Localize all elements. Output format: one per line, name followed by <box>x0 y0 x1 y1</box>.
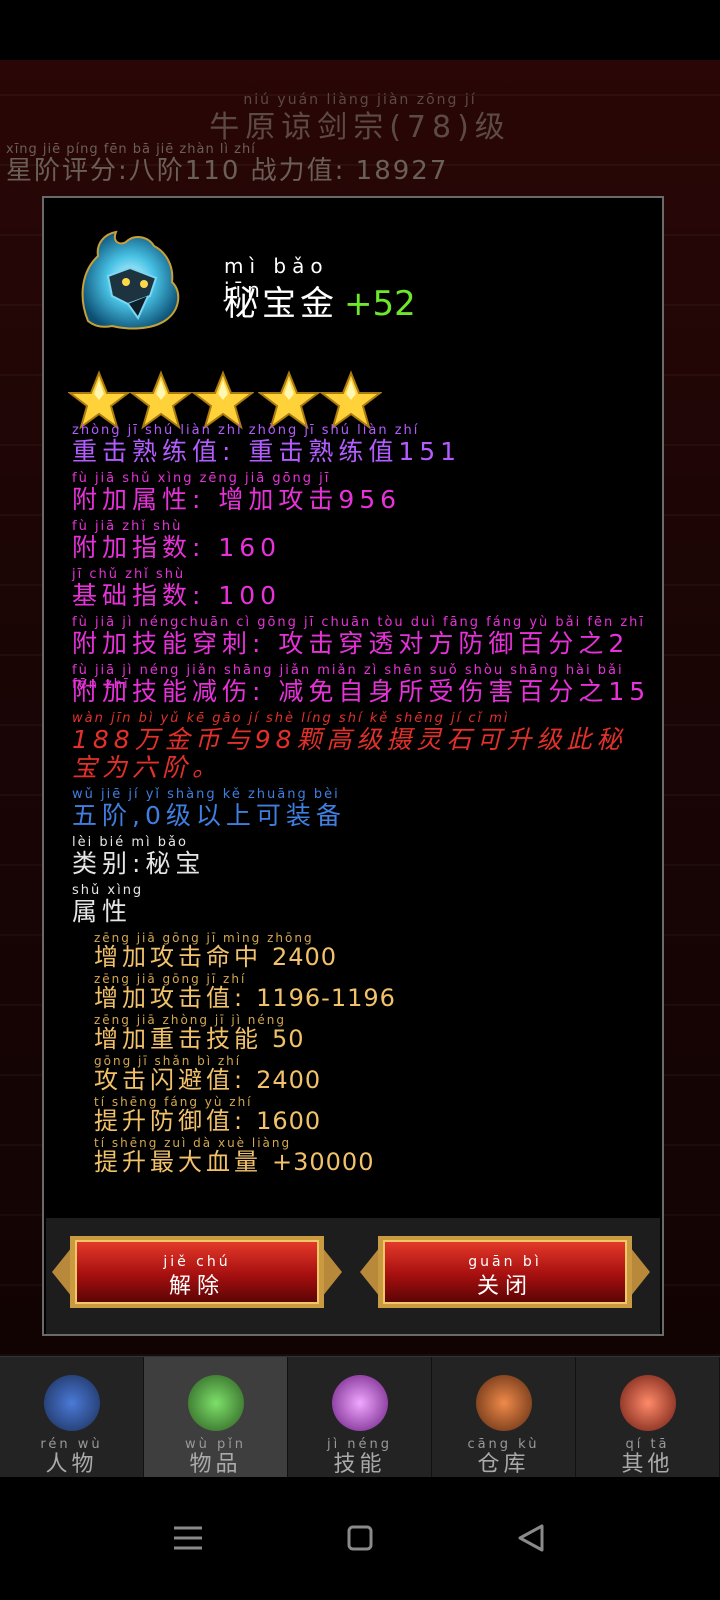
tab-other[interactable]: qí tā 其他 <box>576 1357 720 1477</box>
home-icon[interactable] <box>330 1508 390 1568</box>
dialog-button-bar: jiě chú 解除 guān bì 关闭 <box>46 1218 660 1334</box>
equip-requirement-line: wǔ jiē jí yǐ shàng kě zhuāng bèi 五阶,0级以上可… <box>72 787 346 830</box>
bonus-attribute-line: fù jiā shǔ xìng zēng jiā gōng jī 附加属性: 增加… <box>72 471 402 514</box>
damage-reduction-line: fù jiā jì néng jiǎn shāng jiǎn miǎn zì s… <box>72 663 651 706</box>
tab-warehouse[interactable]: cāng kù 仓库 <box>432 1357 576 1477</box>
rating-line: xīng jiē píng fēn bā jiē zhàn lì zhí 星阶评… <box>6 142 449 186</box>
attributes-heading: shǔ xìng 属性 <box>72 883 144 926</box>
attribute-row: zēng jiā gōng jī zhí 增加攻击值: 1196-1196 <box>94 972 396 1012</box>
tab-items[interactable]: wù pǐn 物品 <box>144 1357 288 1477</box>
attribute-row: tí shēng fáng yù zhí 提升防御值: 1600 <box>94 1095 322 1135</box>
unequip-button[interactable]: jiě chú 解除 <box>52 1230 342 1314</box>
blue-flame-wolf-icon <box>81 230 180 330</box>
item-name: mì bǎo jīn 秘宝金 +52 <box>224 254 416 324</box>
close-button[interactable]: guān bì 关闭 <box>360 1230 650 1314</box>
tab-character[interactable]: rén wù 人物 <box>0 1357 144 1477</box>
upgrade-cost-line: wàn jīn bì yǔ kē gāo jí shè líng shí kě … <box>72 711 627 782</box>
skill-orb-icon <box>331 1375 388 1431</box>
item-detail-dialog: mì bǎo jīn 秘宝金 +52 zhòng jī shú liàn zhí… <box>42 196 664 1336</box>
item-bag-icon <box>187 1375 244 1431</box>
item-enhance-level: +52 <box>344 284 416 324</box>
bonus-index-line: fù jiā zhǐ shù 附加指数: 160 <box>72 519 282 562</box>
attribute-row: zēng jiā gōng jī mìng zhōng 增加攻击命中 2400 <box>94 931 338 971</box>
item-description: zhòng jī shú liàn zhí zhòng jī shú liàn … <box>72 424 652 1178</box>
character-icon <box>43 1375 100 1431</box>
recent-apps-icon[interactable] <box>158 1508 218 1568</box>
attribute-row: gōng jī shǎn bì zhí 攻击闪避值: 2400 <box>94 1054 322 1094</box>
category-line: lèi bié mì bǎo 类别:秘宝 <box>72 835 206 878</box>
character-title: niú yuán liàng jiàn zōng jí 牛原谅剑宗(78)级 <box>209 92 511 145</box>
tab-skills[interactable]: jì néng 技能 <box>288 1357 432 1477</box>
attribute-row: zēng jiā zhòng jī jì néng 增加重击技能 50 <box>94 1013 305 1053</box>
crit-proficiency-line: zhòng jī shú liàn zhí zhòng jī shú liàn … <box>72 423 462 466</box>
system-navigation-bar <box>0 1478 720 1600</box>
bottom-tab-bar: rén wù 人物 wù pǐn 物品 jì néng 技能 cāng kù 仓库 qí… <box>0 1356 720 1477</box>
attribute-row: tí shēng zuì dà xuè liàng 提升最大血量 +30000 <box>94 1136 375 1176</box>
back-icon[interactable] <box>502 1508 562 1568</box>
warehouse-icon <box>475 1375 532 1431</box>
attribute-list: zēng jiā gōng jī mìng zhōng 增加攻击命中 2400 zē… <box>72 932 652 1175</box>
other-icon <box>619 1375 676 1431</box>
base-index-line: jī chǔ zhǐ shù 基础指数: 100 <box>72 567 282 610</box>
pierce-skill-line: fù jiā jì néngchuān cì gōng jī chuān tòu… <box>72 615 645 658</box>
